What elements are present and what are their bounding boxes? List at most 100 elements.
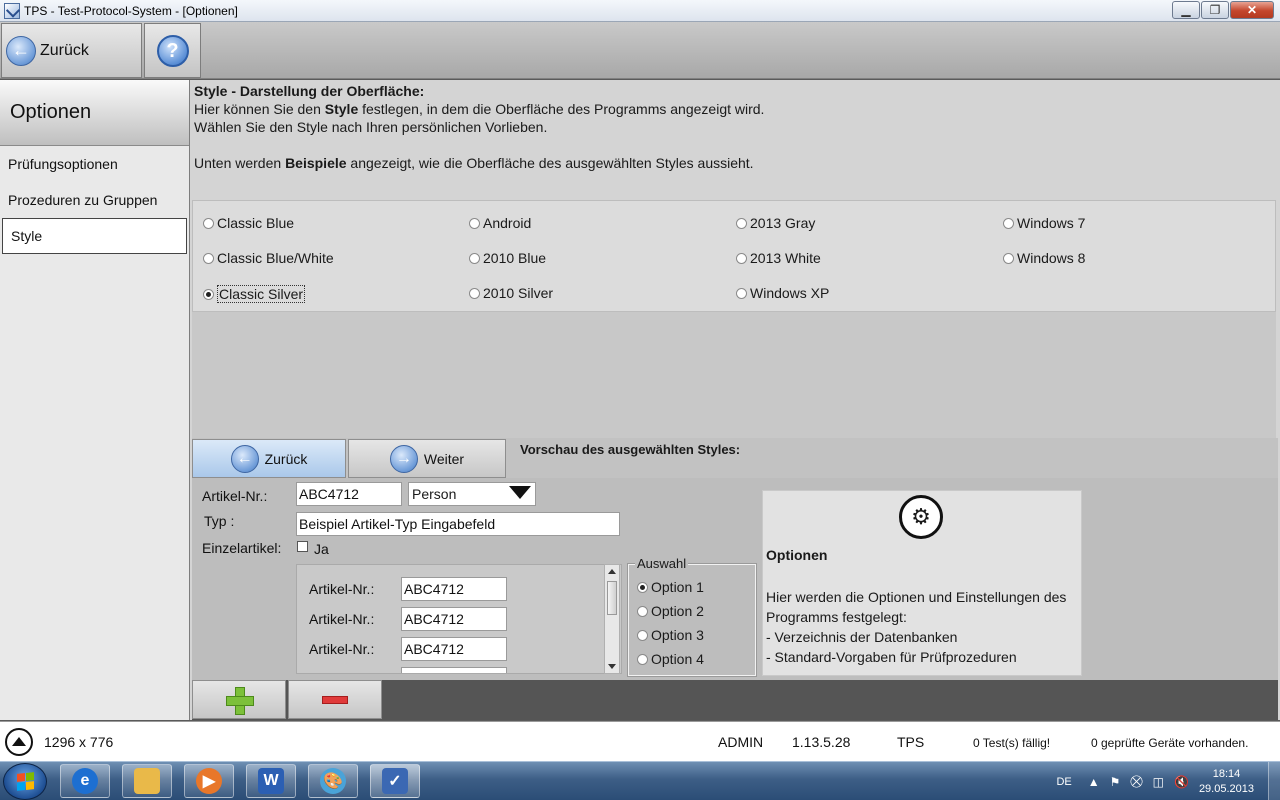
sidebar-item-pruefungsoptionen[interactable]: Prüfungsoptionen (0, 146, 189, 182)
taskbar-ie[interactable]: e (60, 764, 110, 798)
taskbar-word[interactable]: W (246, 764, 296, 798)
style-option-android[interactable]: Android (469, 215, 531, 231)
version-text: 1.13.5.28 (792, 734, 851, 750)
list-item-input[interactable]: ABC4712 (401, 577, 507, 601)
minimize-button[interactable]: ▁ (1172, 1, 1200, 19)
clock-time: 18:14 (1212, 767, 1241, 780)
tps-app-icon: ✓ (382, 768, 408, 794)
einzelartikel-label: Einzelartikel: (202, 540, 282, 556)
auswahl-option-3[interactable]: Option 3 (637, 627, 704, 643)
list-item-input[interactable]: ABC4712 (401, 607, 507, 631)
add-button[interactable] (192, 680, 286, 719)
radio-icon (1003, 252, 1014, 264)
section-heading: Style - Darstellung der Oberfläche: (194, 83, 425, 99)
scroll-down-icon[interactable] (608, 664, 616, 669)
tests-due-text: 0 Test(s) fällig! (973, 736, 1051, 750)
back-button-label: Zurück (40, 41, 89, 59)
sidebar-item-style[interactable]: Style (2, 218, 187, 254)
typ-input[interactable]: Beispiel Artikel-Typ Eingabefeld (296, 512, 620, 536)
word-icon: W (258, 768, 284, 794)
empty-area (192, 312, 1276, 438)
resolution-text: 1296 x 776 (44, 734, 114, 750)
artikel-label: Artikel-Nr.: (202, 488, 268, 504)
taskbar-tps[interactable]: ✓ (370, 764, 420, 798)
main-toolbar: ← Zurück ? (0, 22, 1280, 79)
style-option-classic-blue[interactable]: Classic Blue (203, 215, 294, 231)
system-tray: DE ▲ ⚑ ⛒ ◫ 🔇 18:14 29.05.2013 (1056, 762, 1280, 800)
style-option-windows-7[interactable]: Windows 7 (1003, 215, 1085, 231)
style-option-2013-white[interactable]: 2013 White (736, 250, 821, 266)
tray-expand-icon[interactable]: ▲ (1088, 775, 1100, 789)
list-scrollbar[interactable] (604, 564, 620, 674)
list-item-input[interactable]: ABC4712 (401, 637, 507, 661)
artikel-input[interactable]: ABC4712 (296, 482, 402, 506)
style-option-windows-xp[interactable]: Windows XP (736, 285, 829, 301)
help-button[interactable]: ? (144, 23, 201, 78)
style-options: Classic Blue Android 2013 Gray Windows 7… (192, 200, 1276, 312)
preview-back-button[interactable]: ← Zurück (192, 439, 346, 478)
taskbar-explorer[interactable] (122, 764, 172, 798)
main-content: Style - Darstellung der Oberfläche: Hier… (190, 80, 1280, 720)
radio-icon (469, 287, 480, 299)
intro-line-1: Hier können Sie den Style festlegen, in … (194, 101, 765, 117)
volume-icon[interactable]: 🔇 (1174, 775, 1189, 789)
person-select[interactable]: Person (408, 482, 536, 506)
language-indicator[interactable]: DE (1056, 776, 1071, 788)
window-controls: ▁ ❐ ✕ (1171, 1, 1274, 19)
windows-logo-icon (16, 772, 34, 791)
info-title: Optionen (766, 547, 828, 563)
typ-label: Typ : (204, 513, 235, 529)
preview-next-label: Weiter (423, 450, 465, 467)
scroll-thumb[interactable] (607, 581, 617, 615)
style-option-classic-silver[interactable]: Classic Silver (203, 285, 306, 303)
radio-checked-icon (637, 581, 648, 593)
auswahl-option-1[interactable]: Option 1 (637, 579, 704, 595)
list-item-label: Artikel-Nr.: (309, 641, 375, 657)
clock[interactable]: 18:14 29.05.2013 (1199, 767, 1254, 797)
radio-icon (637, 629, 648, 641)
start-button[interactable] (3, 763, 47, 800)
radio-icon (736, 217, 747, 229)
auswahl-option-2[interactable]: Option 2 (637, 603, 704, 619)
auswahl-group: Auswahl Option 1 Option 2 Option 3 Optio… (627, 556, 757, 677)
list-item-input-partial[interactable] (401, 667, 507, 673)
radio-checked-icon (203, 288, 214, 300)
sidebar: Optionen Prüfungsoptionen Prozeduren zu … (0, 80, 190, 720)
close-button[interactable]: ✕ (1230, 1, 1274, 19)
devices-text: 0 geprüfte Geräte vorhanden. (1091, 736, 1249, 750)
radio-icon (203, 252, 214, 264)
security-icon[interactable]: ⛒ (1130, 774, 1142, 789)
user-text: ADMIN (718, 734, 764, 750)
sidebar-item-prozeduren[interactable]: Prozeduren zu Gruppen (0, 182, 189, 218)
taskbar-media[interactable]: ▶ (184, 764, 234, 798)
article-list: Artikel-Nr.: ABC4712 Artikel-Nr.: ABC471… (296, 564, 622, 674)
style-option-windows-8[interactable]: Windows 8 (1003, 250, 1085, 266)
radio-icon (736, 287, 747, 299)
maximize-button[interactable]: ❐ (1201, 1, 1229, 19)
network-icon[interactable]: ◫ (1153, 775, 1164, 789)
preview-nav: ← Zurück → Weiter Vorschau des ausgewähl… (192, 438, 1278, 478)
gear-icon: ⚙ (899, 495, 943, 539)
triangle-up-icon[interactable] (5, 728, 33, 756)
arrow-left-icon: ← (6, 35, 36, 66)
show-desktop-button[interactable] (1268, 762, 1280, 800)
back-button[interactable]: ← Zurück (1, 23, 142, 78)
scroll-up-icon[interactable] (608, 569, 616, 574)
clock-date: 29.05.2013 (1198, 782, 1254, 795)
auswahl-option-4[interactable]: Option 4 (637, 651, 704, 667)
style-option-2010-blue[interactable]: 2010 Blue (469, 250, 546, 266)
media-player-icon: ▶ (196, 768, 222, 794)
style-option-2013-gray[interactable]: 2013 Gray (736, 215, 815, 231)
taskbar-paint[interactable]: 🎨 (308, 764, 358, 798)
remove-button[interactable] (288, 680, 382, 719)
style-option-classic-blue-white[interactable]: Classic Blue/White (203, 250, 334, 266)
style-option-2010-silver[interactable]: 2010 Silver (469, 285, 553, 301)
intro-line-3: Unten werden Beispiele angezeigt, wie di… (194, 155, 754, 171)
flag-icon[interactable]: ⚑ (1110, 775, 1121, 789)
arrow-right-icon: → (389, 444, 418, 473)
preview-actions (192, 680, 1278, 720)
radio-icon (203, 217, 214, 229)
preview-next-button[interactable]: → Weiter (348, 439, 506, 478)
preview-body: Artikel-Nr.: ABC4712 Person Typ : Beispi… (192, 478, 1278, 680)
einzelartikel-checkbox[interactable] (297, 541, 308, 552)
